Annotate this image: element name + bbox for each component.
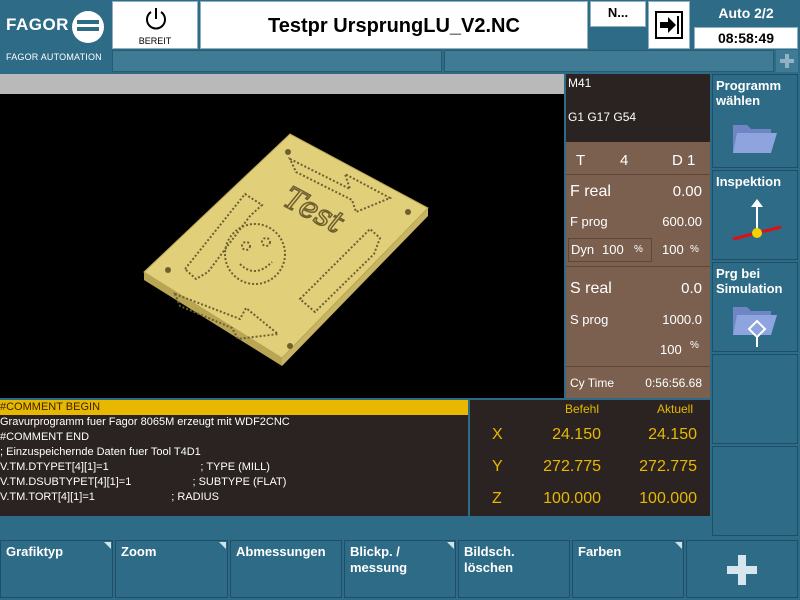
axis-y-befehl: 272.775	[543, 458, 601, 475]
plus-icon	[727, 555, 757, 585]
program-title: Testpr UrsprungLU_V2.NC	[200, 1, 588, 49]
operating-mode: Auto 2/2	[694, 0, 798, 26]
program-line: V.TM.DTYPET[4][1]=1 ; TYPE (MILL)	[0, 461, 270, 473]
fagor-logo: FAGOR FAGOR AUTOMATION	[0, 0, 110, 72]
s-override-value: 100	[660, 342, 682, 357]
softkey-zoom[interactable]: Zoom	[115, 540, 228, 598]
softkey-label: Zoom	[121, 544, 157, 559]
sidebar-empty-1[interactable]	[712, 354, 798, 444]
dyn-unit: %	[634, 244, 643, 255]
cy-time-value: 0:56:56.68	[645, 376, 702, 390]
sidebar-item-programm-waehlen[interactable]: Programm wählen	[712, 74, 798, 168]
program-line-current: #COMMENT BEGIN	[0, 400, 468, 415]
program-line: V.TM.TORT[4][1]=1 ; RADIUS	[0, 491, 219, 503]
submenu-corner-icon	[219, 542, 226, 549]
folder-icon	[733, 125, 777, 153]
cy-time-label: Cy Time	[570, 376, 615, 390]
s-real-label: S real	[570, 280, 612, 297]
simulation-graphics[interactable]: Test	[0, 94, 564, 398]
message-bar-2	[444, 50, 774, 72]
sidebar-item-label: Inspektion	[716, 174, 782, 189]
inspection-icon	[732, 199, 782, 241]
softkey-label-2: löschen	[464, 560, 514, 575]
sidebar-item-inspektion[interactable]: Inspektion	[712, 170, 798, 260]
dyn-label: Dyn	[571, 242, 595, 257]
cnc-state-indicator: BEREIT	[112, 1, 198, 49]
sidebar-item-label: Programm	[716, 78, 782, 93]
befehl-header: Befehl	[565, 402, 600, 416]
sidebar-item-label-2: Simulation	[716, 281, 783, 296]
submenu-corner-icon	[104, 542, 111, 549]
message-bar	[112, 50, 442, 72]
status-panel: M41 G1 G17 G54 T 4 D 1 F real 0.00 F pro…	[566, 74, 710, 398]
program-line: #COMMENT END	[0, 431, 90, 443]
axis-x-befehl: 24.150	[552, 426, 601, 443]
s-prog-label: S prog	[570, 312, 609, 327]
axis-coordinates-panel: Befehl Aktuell X 24.150 24.150 Y 272.775…	[470, 400, 710, 516]
folder-simulation-icon	[733, 307, 777, 347]
softkey-label: Bildsch.	[464, 544, 515, 559]
softkey-label: Farben	[578, 544, 622, 559]
f-real-label: F real	[570, 183, 611, 200]
axis-z-befehl: 100.000	[543, 490, 601, 507]
channel-switch-button[interactable]	[648, 1, 690, 49]
m-code: M41	[568, 76, 592, 90]
workpiece-3d-view: Test	[143, 133, 429, 366]
fagor-logo-icon	[72, 11, 104, 43]
softkey-label-2: messung	[350, 560, 408, 575]
clock: 08:58:49	[694, 27, 798, 49]
softkey-blickpunkt-messung[interactable]: Blickp. / messung	[344, 540, 456, 598]
program-line: Gravurprogramm fuer Fagor 8065M erzeugt …	[0, 416, 290, 428]
softkey-separator	[0, 518, 710, 538]
softkey-abmessungen[interactable]: Abmessungen	[230, 540, 342, 598]
sidebar-item-label-2: wählen	[716, 93, 761, 108]
f-prog-value: 600.00	[662, 214, 702, 229]
softkey-more[interactable]	[686, 540, 798, 598]
expand-plus-icon[interactable]	[776, 50, 798, 72]
aktuell-header: Aktuell	[657, 402, 694, 416]
program-listing[interactable]: #COMMENT BEGIN Gravurprogramm fuer Fagor…	[0, 400, 468, 516]
submenu-corner-icon	[447, 542, 454, 549]
s-real-value: 0.0	[681, 280, 702, 297]
d-value: D 1	[672, 152, 696, 169]
brand-text: FAGOR	[6, 15, 69, 34]
program-line: V.TM.DSUBTYPET[4][1]=1 ; SUBTYPE (FLAT)	[0, 476, 287, 488]
f-override-value: 100	[662, 242, 684, 257]
sidebar-item-prg-bei-simulation[interactable]: Prg bei Simulation	[712, 262, 798, 352]
axis-z-aktuell: 100.000	[639, 490, 697, 507]
s-override-unit: %	[690, 340, 699, 351]
softkey-label: Grafiktyp	[6, 544, 64, 559]
brand-subtitle: FAGOR AUTOMATION	[6, 52, 102, 62]
graphics-toolbar	[0, 74, 564, 94]
state-label: BEREIT	[138, 36, 172, 46]
program-line: ; Einzuspeichernde Daten fuer Tool T4D1	[0, 446, 201, 458]
part-top-face	[143, 133, 429, 359]
f-override-unit: %	[690, 244, 699, 255]
axis-x-aktuell: 24.150	[648, 426, 697, 443]
sidebar-item-label: Prg bei	[716, 266, 761, 281]
axis-y-aktuell: 272.775	[639, 458, 697, 475]
s-prog-value: 1000.0	[662, 312, 702, 327]
axis-x-label: X	[492, 426, 503, 443]
f-prog-label: F prog	[570, 214, 608, 229]
softkey-label: Blickp. /	[350, 544, 400, 559]
power-icon	[146, 8, 166, 30]
sidebar-empty-2[interactable]	[712, 446, 798, 536]
header-spacer	[590, 27, 646, 49]
dyn-value: 100	[602, 242, 624, 257]
softkey-label: Abmessungen	[236, 544, 326, 559]
axis-y-label: Y	[492, 458, 503, 475]
g-codes: G1 G17 G54	[568, 110, 637, 124]
tool-value: 4	[620, 152, 629, 169]
f-real-value: 0.00	[672, 183, 702, 200]
submenu-corner-icon	[675, 542, 682, 549]
axis-z-label: Z	[492, 490, 502, 507]
softkey-farben[interactable]: Farben	[572, 540, 684, 598]
block-number-field: N...	[590, 1, 646, 27]
enter-arrow-icon	[655, 11, 683, 39]
tool-label: T	[576, 152, 586, 169]
softkey-grafiktyp[interactable]: Grafiktyp	[0, 540, 113, 598]
softkey-bildschirm-loeschen[interactable]: Bildsch. löschen	[458, 540, 570, 598]
